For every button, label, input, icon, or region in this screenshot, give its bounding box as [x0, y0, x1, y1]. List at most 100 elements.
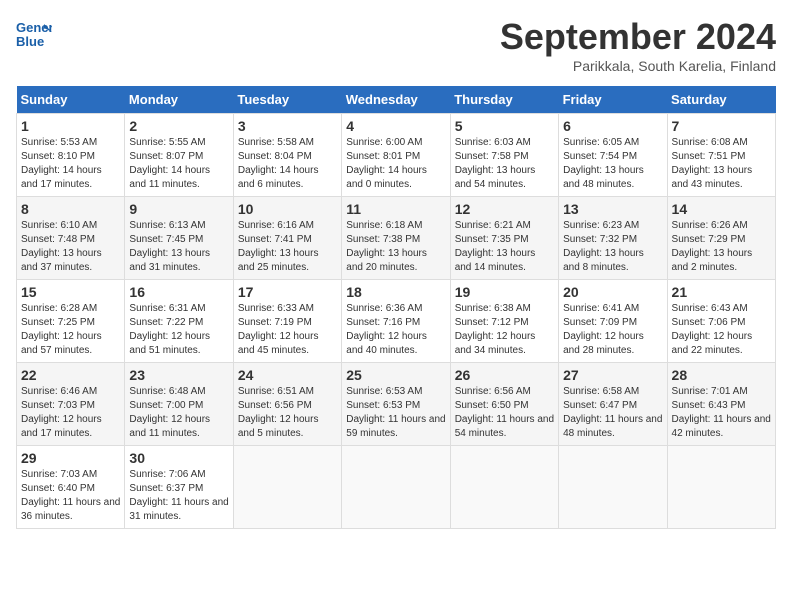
calendar-cell: 30Sunrise: 7:06 AMSunset: 6:37 PMDayligh…	[125, 446, 233, 529]
calendar-cell: 10 Sunrise: 6:16 AMSunset: 7:41 PMDayligh…	[233, 197, 341, 280]
day-number: 9	[129, 201, 228, 217]
location-subtitle: Parikkala, South Karelia, Finland	[500, 58, 776, 74]
calendar-cell: 12 Sunrise: 6:21 AMSunset: 7:35 PMDayligh…	[450, 197, 558, 280]
day-number: 26	[455, 367, 554, 383]
day-info: Sunrise: 6:46 AMSunset: 7:03 PMDaylight:…	[21, 385, 120, 441]
logo: General Blue	[16, 16, 52, 52]
calendar-cell: 15Sunrise: 6:28 AMSunset: 7:25 PMDayligh…	[17, 280, 125, 363]
day-info: Sunrise: 6:03 AMSunset: 7:58 PMDaylight:…	[455, 136, 554, 192]
weekday-header: Friday	[559, 86, 667, 114]
day-info: Sunrise: 6:56 AMSunset: 6:50 PMDaylight:…	[455, 385, 554, 441]
calendar-cell: 17Sunrise: 6:33 AMSunset: 7:19 PMDayligh…	[233, 280, 341, 363]
day-info: Sunrise: 6:05 AMSunset: 7:54 PMDaylight:…	[563, 136, 662, 192]
calendar-cell: 3 Sunrise: 5:58 AMSunset: 8:04 PMDaylight…	[233, 114, 341, 197]
day-info: Sunrise: 6:00 AMSunset: 8:01 PMDaylight:…	[346, 136, 445, 192]
calendar-cell: 21Sunrise: 6:43 AMSunset: 7:06 PMDayligh…	[667, 280, 775, 363]
calendar-cell: 22 Sunrise: 6:46 AMSunset: 7:03 PMDayligh…	[17, 363, 125, 446]
day-info: Sunrise: 6:51 AMSunset: 6:56 PMDaylight:…	[238, 385, 337, 441]
calendar-cell	[450, 446, 558, 529]
day-info: Sunrise: 6:36 AMSunset: 7:16 PMDaylight:…	[346, 302, 445, 358]
day-number: 22	[21, 367, 120, 383]
day-number: 24	[238, 367, 337, 383]
day-info: Sunrise: 6:08 AMSunset: 7:51 PMDaylight:…	[672, 136, 771, 192]
day-info: Sunrise: 6:58 AMSunset: 6:47 PMDaylight:…	[563, 385, 662, 441]
day-number: 3	[238, 118, 337, 134]
calendar-cell	[667, 446, 775, 529]
calendar-cell: 20 Sunrise: 6:41 AMSunset: 7:09 PMDayligh…	[559, 280, 667, 363]
month-title: September 2024	[500, 16, 776, 58]
weekday-header: Saturday	[667, 86, 775, 114]
title-block: September 2024 Parikkala, South Karelia,…	[500, 16, 776, 74]
svg-text:Blue: Blue	[16, 34, 44, 49]
weekday-header: Wednesday	[342, 86, 450, 114]
calendar-cell: 24 Sunrise: 6:51 AMSunset: 6:56 PMDayligh…	[233, 363, 341, 446]
calendar-cell: 4Sunrise: 6:00 AMSunset: 8:01 PMDaylight…	[342, 114, 450, 197]
calendar-cell: 25 Sunrise: 6:53 AMSunset: 6:53 PMDayligh…	[342, 363, 450, 446]
day-info: Sunrise: 6:26 AMSunset: 7:29 PMDaylight:…	[672, 219, 771, 275]
calendar-cell: 7 Sunrise: 6:08 AMSunset: 7:51 PMDaylight…	[667, 114, 775, 197]
page-header: General Blue September 2024 Parikkala, S…	[16, 16, 776, 74]
calendar-week-row: 22 Sunrise: 6:46 AMSunset: 7:03 PMDayligh…	[17, 363, 776, 446]
day-number: 28	[672, 367, 771, 383]
calendar-cell: 29 Sunrise: 7:03 AMSunset: 6:40 PMDayligh…	[17, 446, 125, 529]
calendar-cell	[233, 446, 341, 529]
day-info: Sunrise: 6:23 AMSunset: 7:32 PMDaylight:…	[563, 219, 662, 275]
day-number: 19	[455, 284, 554, 300]
calendar-cell: 26 Sunrise: 6:56 AMSunset: 6:50 PMDayligh…	[450, 363, 558, 446]
day-info: Sunrise: 7:06 AMSunset: 6:37 PMDaylight:…	[129, 468, 228, 524]
day-number: 6	[563, 118, 662, 134]
logo-graphic: General Blue	[16, 16, 52, 52]
day-number: 25	[346, 367, 445, 383]
weekday-header: Sunday	[17, 86, 125, 114]
day-info: Sunrise: 7:01 AMSunset: 6:43 PMDaylight:…	[672, 385, 771, 441]
calendar-cell: 14 Sunrise: 6:26 AMSunset: 7:29 PMDayligh…	[667, 197, 775, 280]
calendar-week-row: 29 Sunrise: 7:03 AMSunset: 6:40 PMDayligh…	[17, 446, 776, 529]
calendar-week-row: 8Sunrise: 6:10 AMSunset: 7:48 PMDaylight…	[17, 197, 776, 280]
day-info: Sunrise: 6:13 AMSunset: 7:45 PMDaylight:…	[129, 219, 228, 275]
day-number: 7	[672, 118, 771, 134]
day-number: 16	[129, 284, 228, 300]
calendar-table: SundayMondayTuesdayWednesdayThursdayFrid…	[16, 86, 776, 529]
day-number: 10	[238, 201, 337, 217]
weekday-header: Monday	[125, 86, 233, 114]
day-number: 27	[563, 367, 662, 383]
weekday-header-row: SundayMondayTuesdayWednesdayThursdayFrid…	[17, 86, 776, 114]
calendar-cell: 9 Sunrise: 6:13 AMSunset: 7:45 PMDaylight…	[125, 197, 233, 280]
day-number: 13	[563, 201, 662, 217]
day-info: Sunrise: 6:21 AMSunset: 7:35 PMDaylight:…	[455, 219, 554, 275]
day-number: 2	[129, 118, 228, 134]
calendar-cell: 11Sunrise: 6:18 AMSunset: 7:38 PMDayligh…	[342, 197, 450, 280]
calendar-cell: 13 Sunrise: 6:23 AMSunset: 7:32 PMDayligh…	[559, 197, 667, 280]
day-info: Sunrise: 7:03 AMSunset: 6:40 PMDaylight:…	[21, 468, 120, 524]
day-number: 29	[21, 450, 120, 466]
weekday-header: Thursday	[450, 86, 558, 114]
calendar-week-row: 15Sunrise: 6:28 AMSunset: 7:25 PMDayligh…	[17, 280, 776, 363]
calendar-week-row: 1 Sunrise: 5:53 AMSunset: 8:10 PMDaylight…	[17, 114, 776, 197]
day-info: Sunrise: 5:55 AMSunset: 8:07 PMDaylight:…	[129, 136, 228, 192]
day-number: 20	[563, 284, 662, 300]
day-info: Sunrise: 6:10 AMSunset: 7:48 PMDaylight:…	[21, 219, 120, 275]
day-info: Sunrise: 6:18 AMSunset: 7:38 PMDaylight:…	[346, 219, 445, 275]
day-info: Sunrise: 6:43 AMSunset: 7:06 PMDaylight:…	[672, 302, 771, 358]
calendar-cell: 5 Sunrise: 6:03 AMSunset: 7:58 PMDaylight…	[450, 114, 558, 197]
calendar-cell: 2 Sunrise: 5:55 AMSunset: 8:07 PMDaylight…	[125, 114, 233, 197]
day-info: Sunrise: 6:31 AMSunset: 7:22 PMDaylight:…	[129, 302, 228, 358]
day-number: 14	[672, 201, 771, 217]
day-info: Sunrise: 6:41 AMSunset: 7:09 PMDaylight:…	[563, 302, 662, 358]
day-info: Sunrise: 6:16 AMSunset: 7:41 PMDaylight:…	[238, 219, 337, 275]
day-info: Sunrise: 6:53 AMSunset: 6:53 PMDaylight:…	[346, 385, 445, 441]
day-info: Sunrise: 5:58 AMSunset: 8:04 PMDaylight:…	[238, 136, 337, 192]
day-number: 1	[21, 118, 120, 134]
calendar-cell: 28 Sunrise: 7:01 AMSunset: 6:43 PMDayligh…	[667, 363, 775, 446]
day-number: 17	[238, 284, 337, 300]
calendar-cell: 18Sunrise: 6:36 AMSunset: 7:16 PMDayligh…	[342, 280, 450, 363]
calendar-cell	[559, 446, 667, 529]
calendar-cell	[342, 446, 450, 529]
day-info: Sunrise: 6:38 AMSunset: 7:12 PMDaylight:…	[455, 302, 554, 358]
calendar-cell: 6 Sunrise: 6:05 AMSunset: 7:54 PMDaylight…	[559, 114, 667, 197]
day-number: 12	[455, 201, 554, 217]
weekday-header: Tuesday	[233, 86, 341, 114]
day-number: 5	[455, 118, 554, 134]
calendar-cell: 27 Sunrise: 6:58 AMSunset: 6:47 PMDayligh…	[559, 363, 667, 446]
day-info: Sunrise: 5:53 AMSunset: 8:10 PMDaylight:…	[21, 136, 120, 192]
